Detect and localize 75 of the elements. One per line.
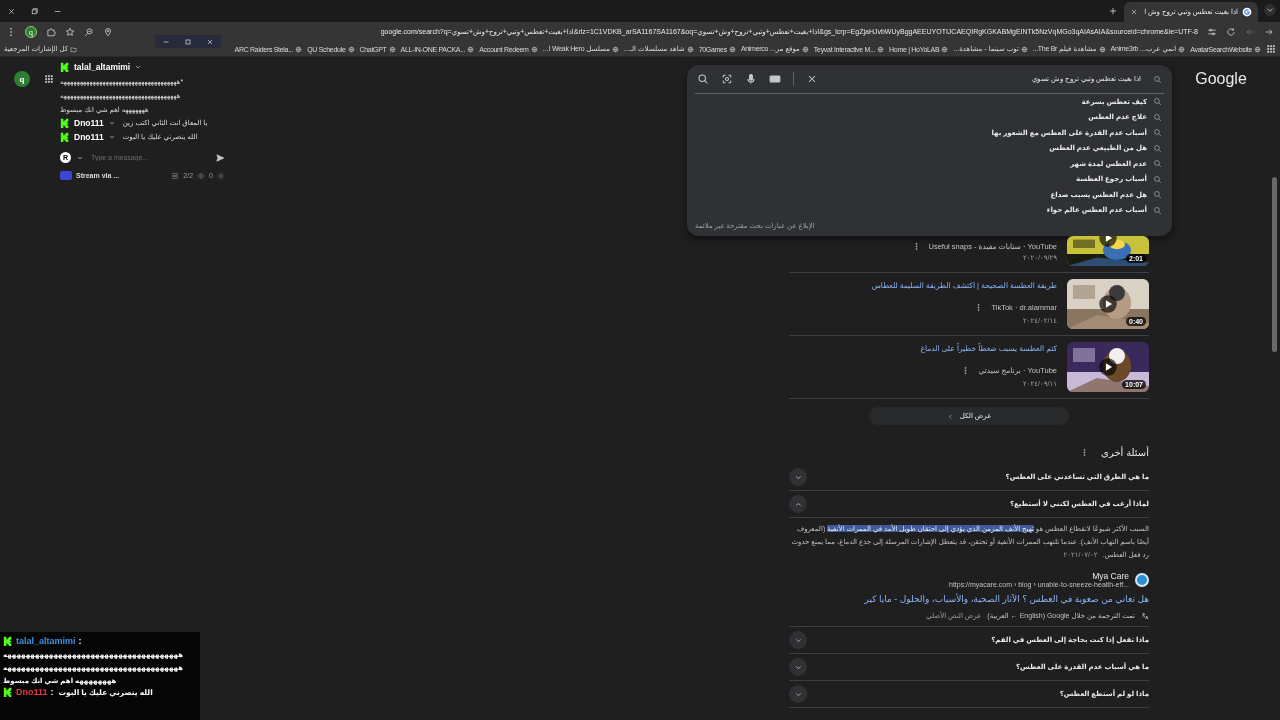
globe-icon [467,45,475,53]
profile-avatar[interactable]: q [14,71,30,87]
folder-icon [70,45,78,53]
reload-icon[interactable] [1226,27,1236,37]
globe-icon [347,45,355,53]
restore-icon[interactable] [30,6,39,16]
globe-icon [1020,45,1028,53]
globe-icon [295,45,303,53]
google-favicon-icon [1242,7,1252,17]
translate-icon [1141,612,1149,620]
globe-icon [1254,45,1261,53]
play-icon[interactable] [1098,294,1118,314]
channel-logo-icon [3,636,13,646]
new-tab-icon[interactable] [1108,6,1118,16]
mic-icon[interactable] [745,73,757,85]
site-favicon-icon [1135,572,1149,587]
separator-text: : [50,687,54,697]
send-icon[interactable] [215,152,225,163]
apps-icon[interactable] [1266,44,1276,54]
globe-icon [877,45,885,53]
globe-icon [686,45,694,53]
globe-icon [530,45,538,53]
close-icon[interactable] [1130,8,1138,16]
channel-logo-icon [60,62,70,72]
globe-icon [728,45,736,53]
extensions-icon[interactable] [46,27,56,37]
close-icon[interactable] [7,6,16,16]
cards-icon [171,171,180,180]
chevron-icon [946,412,954,420]
channel-logo-icon [60,132,70,142]
site-settings-icon[interactable] [1207,27,1217,37]
globe-icon [1178,45,1186,53]
zoom-icon[interactable] [84,27,94,37]
globe-icon [1098,45,1106,53]
clear-icon[interactable] [806,73,818,85]
play-icon[interactable] [1098,357,1118,377]
camera-search-icon[interactable] [721,73,733,85]
search-icon [1153,205,1162,215]
caret-icon[interactable] [134,63,143,71]
username[interactable]: talal_altamimi [74,62,131,72]
apps-icon[interactable] [44,74,54,84]
search-icon [1153,174,1162,184]
username[interactable]: Dno111 [74,132,104,142]
search-icon [1153,128,1162,138]
channel-logo-icon [60,118,70,128]
username: Dno111 [16,687,48,697]
globe-icon [388,45,396,53]
close-icon[interactable] [206,37,214,46]
search-icon [1153,190,1162,200]
google-logo[interactable]: Google [1195,70,1247,88]
channel-logo-icon [3,687,13,697]
username: talal_altamimi [16,636,76,646]
search-icon [1153,97,1162,107]
section-title: أسئلة أخرى [1101,447,1149,458]
search-icon [1153,74,1162,84]
site-name: Mya Care [1091,571,1129,581]
username[interactable]: Dno111 [74,118,104,128]
star-icon[interactable] [65,27,75,37]
back-icon[interactable] [1264,27,1274,37]
separator-text: : [78,636,82,646]
scrollbar-thumb[interactable] [1272,177,1277,352]
search-icon [1153,159,1162,169]
location-icon[interactable] [103,27,113,37]
globe-icon [941,45,949,53]
tab-search-icon[interactable] [1264,4,1276,16]
search-icon[interactable] [697,73,709,85]
search-icon [1153,143,1162,153]
globe-icon [612,45,620,53]
globe-icon [801,45,809,53]
maximize-icon[interactable] [184,37,192,46]
viewers-icon [197,171,206,180]
keyboard-icon[interactable] [769,73,781,85]
result-link[interactable]: هل تعاني من صعوبة في العطس ؟ الآثار الصحية، والأسباب، والحلول - مايا كير [789,594,1149,604]
stream-logo-icon [60,171,72,180]
search-icon [1153,112,1162,122]
